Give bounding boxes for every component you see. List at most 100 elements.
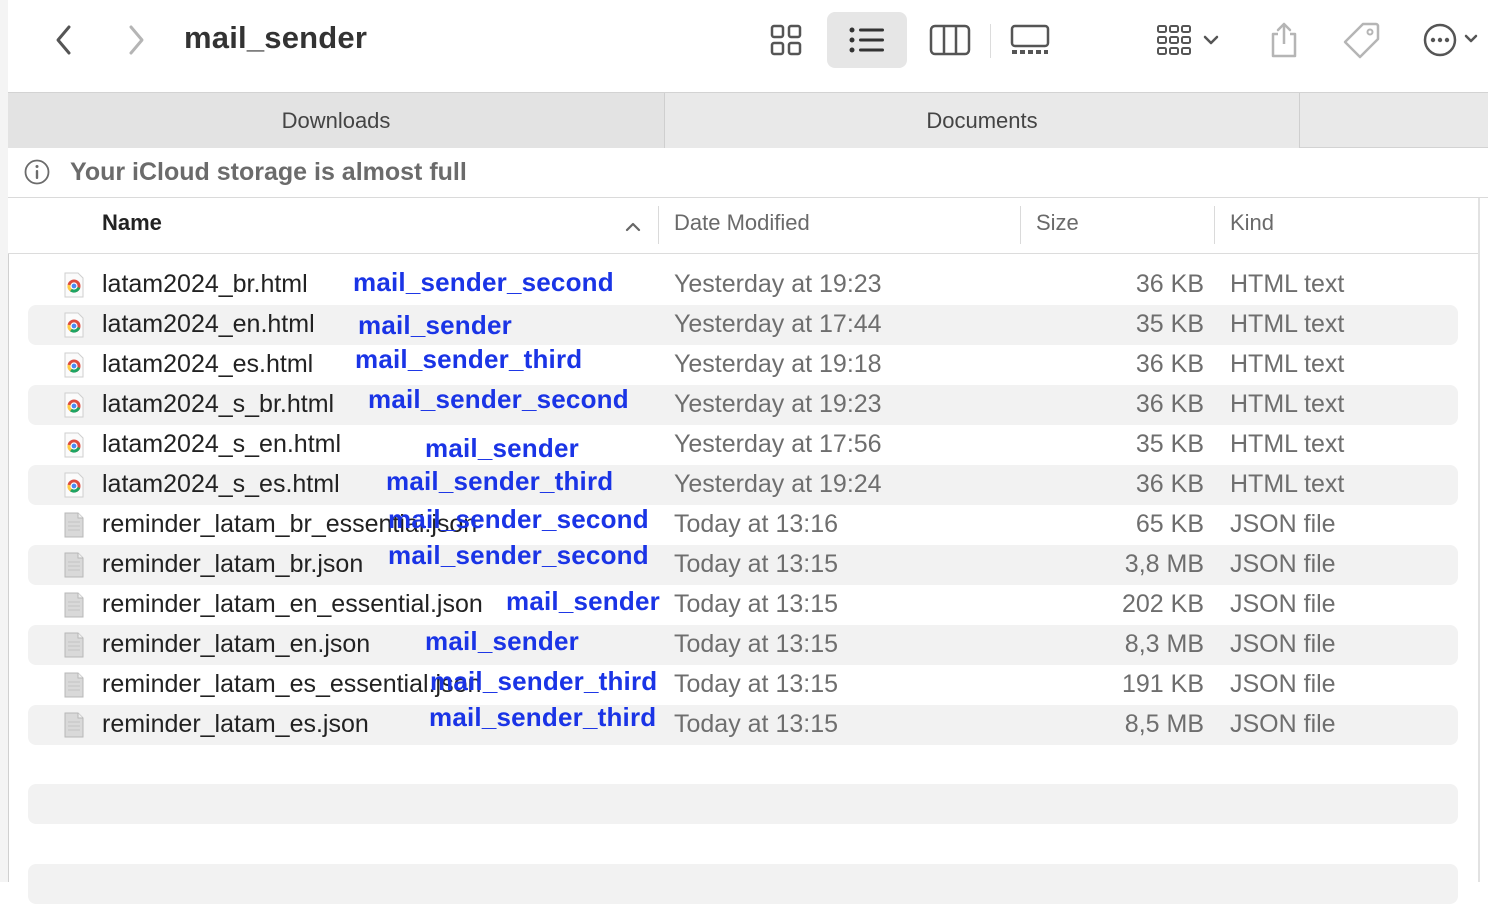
file-kind: HTML text [1230, 350, 1345, 378]
forward-button[interactable] [114, 18, 158, 62]
file-date-modified: Today at 13:15 [674, 670, 839, 698]
file-date-modified: Yesterday at 19:23 [674, 270, 882, 298]
file-kind: HTML text [1230, 270, 1345, 298]
file-size: 8,5 MB [1124, 710, 1204, 738]
column-kind[interactable]: Kind [1230, 210, 1274, 236]
file-row[interactable]: reminder_latam_es.json Today at 13:15 8,5 … [28, 702, 1458, 745]
column-view-button[interactable] [920, 12, 980, 68]
list-view-icon [849, 27, 884, 53]
chrome-html-file-icon [62, 392, 86, 418]
icon-view-button[interactable] [758, 12, 814, 68]
gallery-view-button[interactable] [1000, 12, 1060, 68]
icloud-storage-banner[interactable]: Your iCloud storage is almost full [8, 148, 1488, 198]
more-actions-button[interactable] [1420, 12, 1480, 68]
file-row[interactable]: reminder_latam_br_essential.json Today at… [28, 504, 1458, 545]
file-name: reminder_latam_es.json [102, 710, 369, 738]
column-size[interactable]: Size [1036, 210, 1079, 236]
column-divider[interactable] [1020, 206, 1021, 244]
file-row[interactable]: latam2024_en.html Yesterday at 17:44 35 KB… [28, 305, 1458, 345]
file-date-modified: Yesterday at 19:23 [674, 390, 882, 418]
file-name: latam2024_s_br.html [102, 390, 335, 418]
column-header: Name Date Modified Size Kind [8, 198, 1478, 254]
file-row[interactable]: latam2024_s_br.html Yesterday at 19:23 36 … [28, 384, 1458, 425]
chrome-html-file-icon [62, 472, 86, 498]
file-name: latam2024_en.html [102, 310, 315, 338]
share-button[interactable] [1258, 12, 1310, 68]
annotation-label: mail_sender [425, 433, 579, 463]
file-name: reminder_latam_en.json [102, 630, 371, 658]
toolbar: mail_sender [8, 0, 1488, 92]
file-kind: JSON file [1230, 550, 1336, 578]
back-button[interactable] [42, 18, 86, 62]
file-name: reminder_latam_es_essential.json [102, 670, 482, 698]
file-row[interactable]: latam2024_es.html Yesterday at 19:18 36 KB… [28, 344, 1458, 385]
file-row[interactable]: reminder_latam_en.json Today at 13:15 8,3 … [28, 625, 1458, 665]
toolbar-separator [990, 24, 991, 58]
tab-downloads[interactable]: Downloads [8, 93, 665, 148]
file-date-modified: Today at 13:15 [674, 710, 839, 738]
info-icon [24, 159, 50, 185]
file-size: 65 KB [1135, 510, 1204, 538]
list-right-edge [1478, 198, 1480, 882]
file-size: 8,3 MB [1124, 630, 1204, 658]
chrome-html-file-icon [62, 432, 86, 458]
file-kind: JSON file [1230, 590, 1336, 618]
column-date-modified[interactable]: Date Modified [674, 210, 810, 236]
file-size: 35 KB [1135, 430, 1204, 458]
tag-button[interactable] [1336, 12, 1388, 68]
file-row[interactable]: latam2024_s_en.html Yesterday at 17:56 35 … [28, 425, 1458, 465]
file-row[interactable]: latam2024_s_es.html Yesterday at 19:24 36 … [28, 465, 1458, 505]
annotation-label: mail_sender_second [368, 384, 629, 414]
file-kind: HTML text [1230, 470, 1345, 498]
file-kind: HTML text [1230, 310, 1345, 338]
file-kind: HTML text [1230, 390, 1345, 418]
json-file-icon [62, 512, 86, 538]
file-date-modified: Today at 13:15 [674, 590, 839, 618]
json-file-icon [62, 712, 86, 738]
annotation-label: mail_sender_third [430, 666, 658, 696]
column-divider[interactable] [658, 206, 659, 244]
file-size: 36 KB [1135, 270, 1204, 298]
empty-row [28, 864, 1458, 904]
file-size: 36 KB [1135, 350, 1204, 378]
file-row[interactable]: reminder_latam_br.json Today at 13:15 3,8 … [28, 540, 1458, 585]
file-row[interactable]: reminder_latam_en_essential.json Today at… [28, 585, 1458, 625]
chevron-down-icon [1203, 35, 1219, 45]
chrome-html-file-icon [62, 272, 86, 298]
group-by-button[interactable] [1148, 12, 1228, 68]
json-file-icon [62, 672, 86, 698]
chevron-right-icon [129, 25, 144, 55]
file-date-modified: Today at 13:15 [674, 550, 839, 578]
group-by-icon [1157, 25, 1191, 55]
file-name: latam2024_br.html [102, 270, 308, 298]
column-view-icon [929, 24, 971, 56]
chrome-html-file-icon [62, 352, 86, 378]
json-file-icon [62, 632, 86, 658]
file-name: latam2024_s_es.html [102, 470, 340, 498]
annotation-label: mail_sender_second [388, 540, 649, 570]
file-date-modified: Today at 13:16 [674, 510, 839, 538]
banner-text: Your iCloud storage is almost full [70, 158, 467, 186]
tag-icon [1343, 22, 1380, 59]
file-name: latam2024_es.html [102, 350, 314, 378]
sort-ascending-icon [625, 222, 641, 232]
json-file-icon [62, 592, 86, 618]
column-divider[interactable] [1214, 206, 1215, 244]
chrome-html-file-icon [62, 312, 86, 338]
more-icon [1423, 23, 1478, 57]
annotation-label: mail_sender_third [386, 466, 614, 496]
file-row[interactable]: latam2024_br.html Yesterday at 19:23 36 KB… [28, 265, 1458, 305]
grid-view-icon [770, 24, 802, 56]
file-size: 36 KB [1135, 470, 1204, 498]
share-icon [1271, 22, 1297, 58]
file-kind: JSON file [1230, 670, 1336, 698]
file-size: 191 KB [1121, 670, 1204, 698]
column-name[interactable]: Name [102, 210, 162, 236]
json-file-icon [62, 552, 86, 578]
file-kind: HTML text [1230, 430, 1345, 458]
list-view-button[interactable] [827, 12, 907, 68]
tab-documents[interactable]: Documents [665, 93, 1300, 148]
file-date-modified: Yesterday at 17:56 [674, 430, 882, 458]
chevron-left-icon [56, 25, 71, 55]
file-row[interactable]: reminder_latam_es_essential.json Today at… [28, 665, 1458, 705]
